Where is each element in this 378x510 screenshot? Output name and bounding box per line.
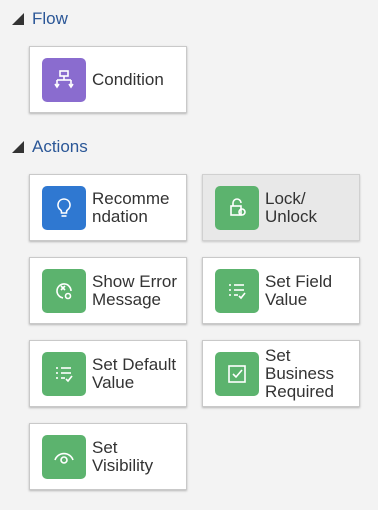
- eye-icon: [42, 434, 86, 479]
- checklist-icon: [215, 268, 259, 313]
- recommendation-label: Recomme ndation: [92, 188, 170, 226]
- condition-card[interactable]: Condition: [29, 46, 187, 113]
- lightbulb-icon: [42, 185, 86, 230]
- section-header-actions[interactable]: Actions: [12, 136, 88, 158]
- lock-icon: [215, 185, 259, 230]
- set-field-value-label: Set Field Value: [265, 271, 333, 309]
- collapse-triangle-icon[interactable]: [12, 141, 24, 153]
- show-error-message-card[interactable]: Show Error Message: [29, 257, 187, 324]
- set-visibility-card[interactable]: Set Visibility: [29, 423, 187, 490]
- condition-label: Condition: [92, 69, 164, 89]
- lock-unlock-card[interactable]: Lock/ Unlock: [202, 174, 360, 241]
- set-visibility-label: Set Visibility: [92, 437, 154, 475]
- collapse-triangle-icon[interactable]: [12, 13, 24, 25]
- checkbox-icon: [215, 351, 259, 396]
- recommendation-card[interactable]: Recomme ndation: [29, 174, 187, 241]
- flow-chart-icon: [42, 57, 86, 102]
- set-business-required-card[interactable]: Set Business Required: [202, 340, 360, 407]
- lock-unlock-label: Lock/ Unlock: [265, 188, 317, 226]
- section-header-flow[interactable]: Flow: [12, 8, 68, 30]
- section-title-actions: Actions: [32, 137, 88, 156]
- show-error-message-label: Show Error Message: [92, 271, 178, 309]
- set-default-value-label: Set Default Value: [92, 354, 177, 392]
- error-icon: [42, 268, 86, 313]
- section-title-flow: Flow: [32, 9, 68, 28]
- set-field-value-card[interactable]: Set Field Value: [202, 257, 360, 324]
- set-default-value-card[interactable]: Set Default Value: [29, 340, 187, 407]
- set-business-required-label: Set Business Required: [265, 345, 334, 401]
- checklist-icon: [42, 351, 86, 396]
